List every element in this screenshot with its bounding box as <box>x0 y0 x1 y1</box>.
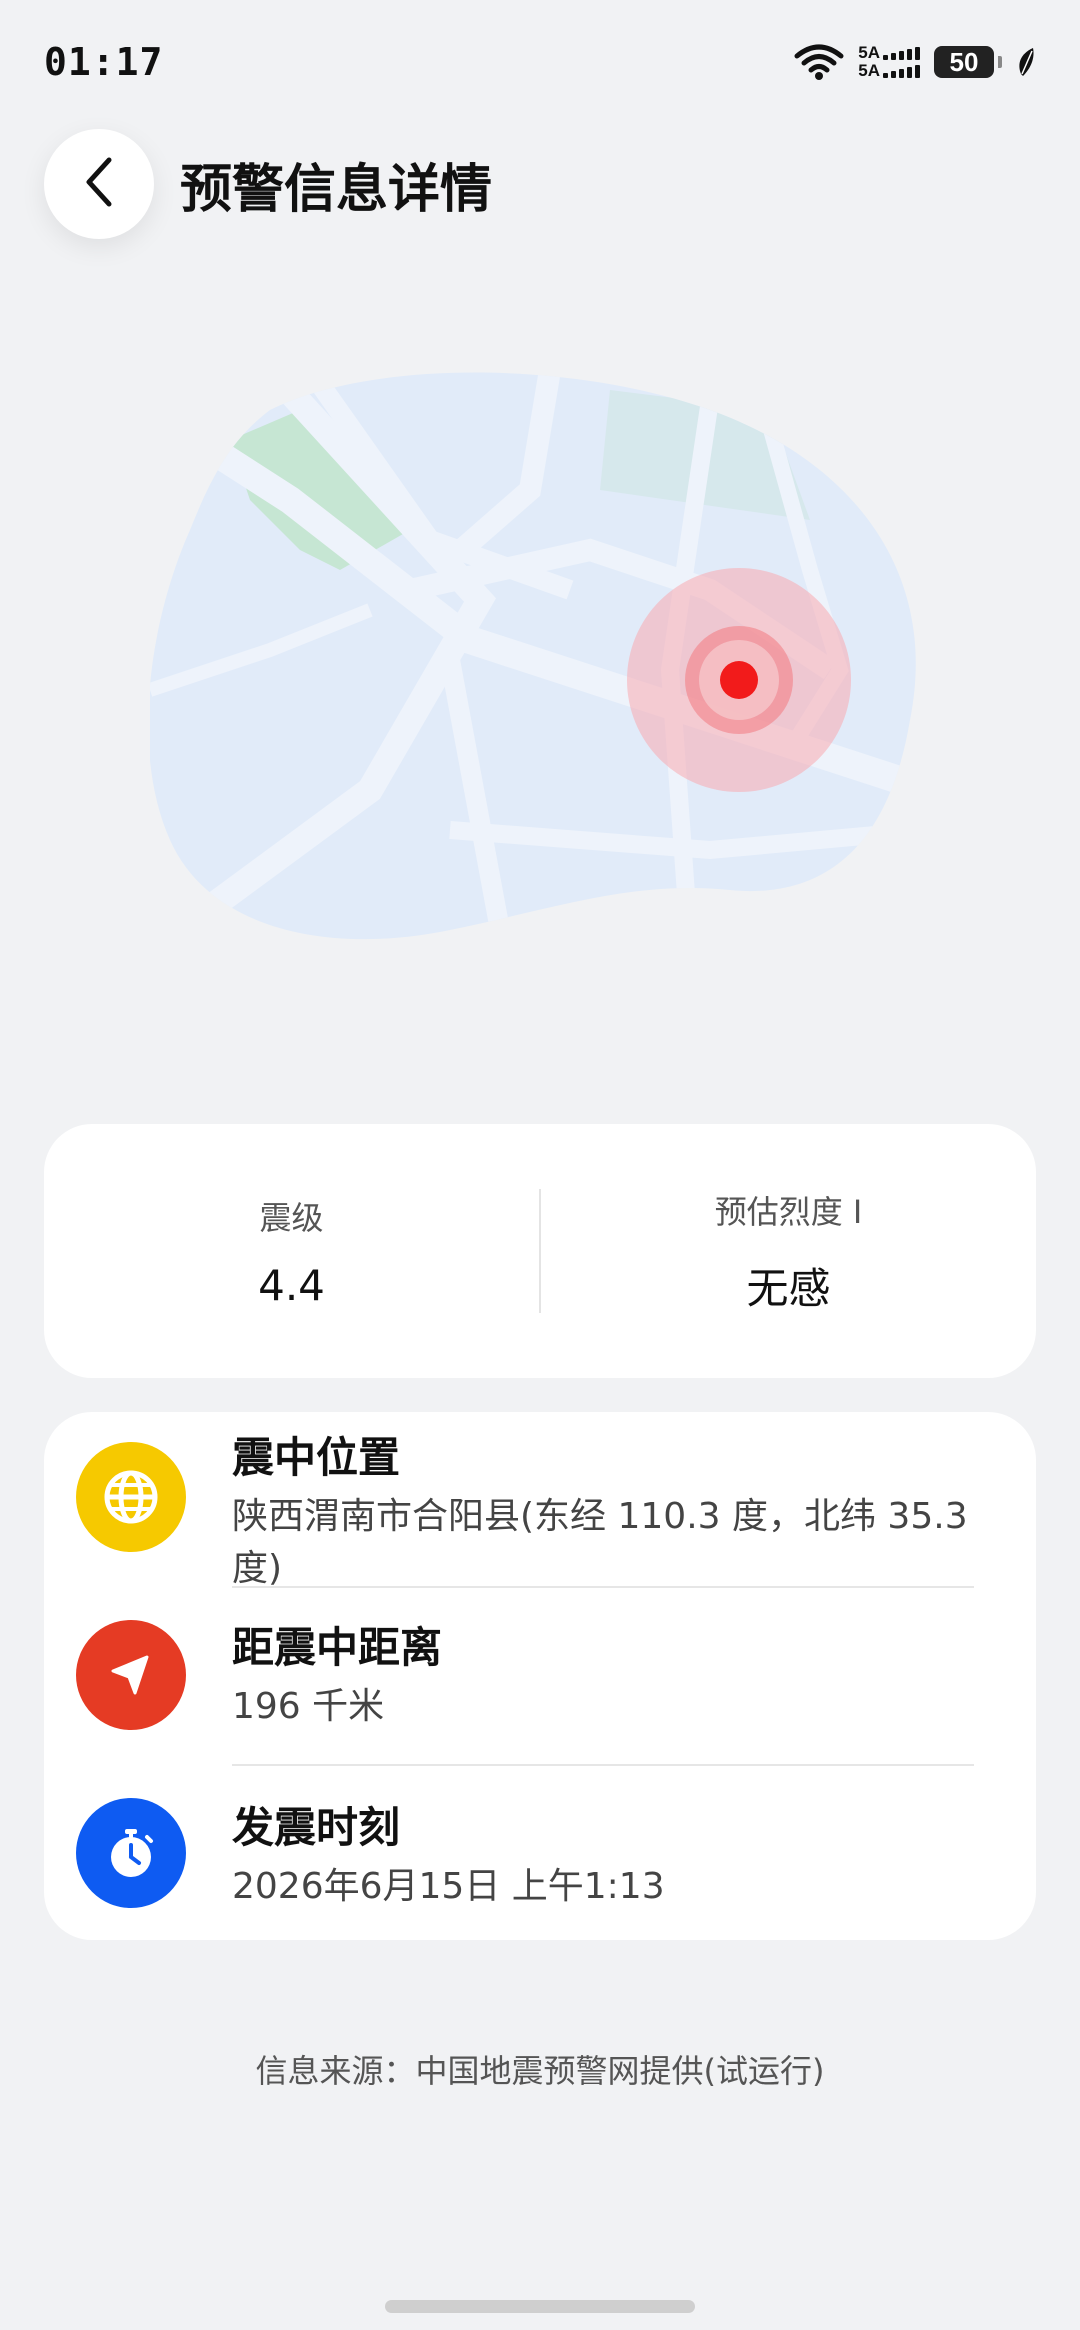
distance-row: 距震中距离 196 千米 <box>44 1588 1036 1764</box>
epicenter-value: 陕西渭南市合阳县(东经 110.3 度，北纬 35.3 度) <box>232 1496 968 1589</box>
battery-level: 50 <box>949 46 979 77</box>
signal-2-bars-icon <box>883 64 920 78</box>
status-time: 01:17 <box>44 40 164 84</box>
magnitude-section: 震级 4.4 <box>44 1193 539 1310</box>
time-row: 发震时刻 2026年6月15日 上午1:13 <box>44 1766 1036 1940</box>
header: 预警信息详情 <box>44 128 492 240</box>
cellular-signal: 5A 5A <box>858 44 920 80</box>
stopwatch-icon <box>76 1798 186 1908</box>
battery-tip-icon <box>998 56 1002 68</box>
chevron-left-icon <box>79 154 119 214</box>
time-value: 2026年6月15日 上午1:13 <box>232 1866 665 1907</box>
battery-indicator: 50 <box>934 46 994 78</box>
distance-title: 距震中距离 <box>232 1623 443 1672</box>
wifi-icon <box>794 44 844 80</box>
map-illustration <box>148 372 916 940</box>
summary-card: 震级 4.4 预估烈度 I 无感 <box>44 1124 1036 1378</box>
leaf-icon <box>1016 46 1036 78</box>
intensity-value: 无感 <box>746 1263 831 1313</box>
signal-1-bars-icon <box>883 46 920 60</box>
details-card: 震中位置 陕西渭南市合阳县(东经 110.3 度，北纬 35.3 度) 距震中距… <box>44 1412 1036 1940</box>
home-indicator[interactable] <box>385 2300 695 2313</box>
epicenter-map <box>148 370 930 950</box>
intensity-label: 预估烈度 I <box>714 1192 863 1231</box>
intensity-section: 预估烈度 I 无感 <box>541 1187 1036 1316</box>
navigation-arrow-icon <box>76 1620 186 1730</box>
time-text: 发震时刻 2026年6月15日 上午1:13 <box>232 1794 974 1913</box>
epicenter-row: 震中位置 陕西渭南市合阳县(东经 110.3 度，北纬 35.3 度) <box>44 1412 1036 1589</box>
back-button[interactable] <box>44 129 154 239</box>
distance-text: 距震中距离 196 千米 <box>232 1614 974 1733</box>
epicenter-title: 震中位置 <box>232 1433 401 1482</box>
magnitude-label: 震级 <box>259 1198 324 1237</box>
magnitude-value: 4.4 <box>258 1260 325 1310</box>
page-title: 预警信息详情 <box>180 159 493 220</box>
epicenter-marker <box>627 568 851 792</box>
epicenter-text: 震中位置 陕西渭南市合阳县(东经 110.3 度，北纬 35.3 度) <box>232 1424 974 1595</box>
info-source: 信息来源：中国地震预警网提供(试运行) <box>255 2052 825 2090</box>
status-bar: 01:17 5A 5A 50 <box>0 0 1080 130</box>
globe-icon <box>76 1442 186 1552</box>
distance-value: 196 千米 <box>232 1686 385 1727</box>
time-title: 发震时刻 <box>232 1803 401 1852</box>
status-icons: 5A 5A 50 <box>794 44 1036 80</box>
signal-1-label: 5A <box>858 43 880 62</box>
signal-2-label: 5A <box>858 61 880 80</box>
